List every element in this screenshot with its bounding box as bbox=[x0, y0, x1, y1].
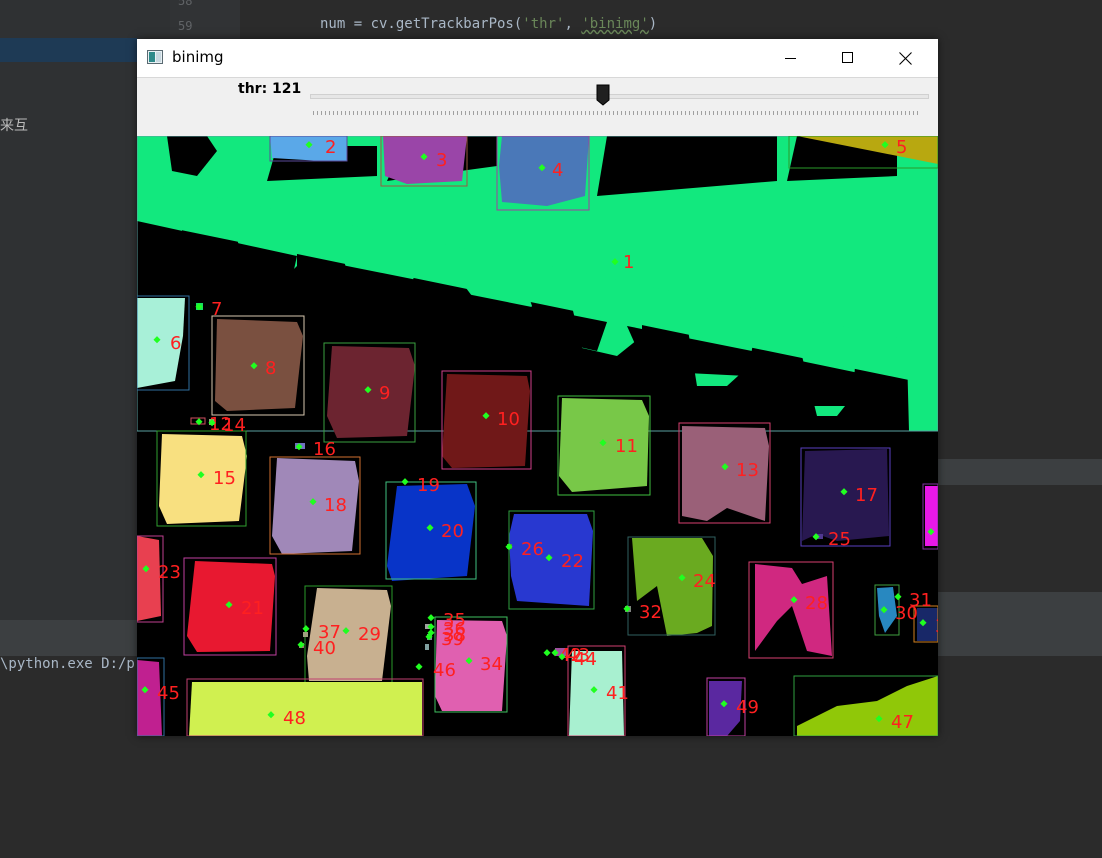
trackbar-track[interactable] bbox=[310, 94, 929, 99]
blob-label-24: 24 bbox=[693, 571, 716, 592]
blob-label-7: 7 bbox=[211, 299, 222, 320]
blob-label-1: 1 bbox=[623, 252, 634, 273]
blob-label-26: 26 bbox=[521, 539, 544, 560]
centroid-31 bbox=[894, 593, 902, 601]
minimize-button[interactable] bbox=[768, 39, 814, 77]
blob-label-21: 21 bbox=[241, 598, 264, 619]
blob-label-14: 14 bbox=[223, 415, 246, 436]
blob-37 bbox=[303, 632, 308, 637]
close-icon bbox=[898, 51, 912, 65]
blob-8 bbox=[215, 319, 303, 411]
opencv-window: binimg thr: 121 1 2 3 4 5 6 7 8 9 10 11 … bbox=[137, 39, 938, 736]
blob-label-25: 25 bbox=[828, 529, 851, 550]
centroid-46 bbox=[415, 663, 423, 671]
blob-label-2: 2 bbox=[325, 137, 336, 158]
blob-label-45: 45 bbox=[157, 683, 180, 704]
centroid-42 bbox=[543, 649, 551, 657]
blob-label-34: 34 bbox=[480, 654, 503, 675]
project-panel-selection[interactable] bbox=[0, 38, 137, 62]
blob-label-10: 10 bbox=[497, 409, 520, 430]
ide-status-band bbox=[938, 459, 1102, 485]
trackbar-thumb[interactable] bbox=[596, 84, 610, 106]
centroid-35 bbox=[427, 614, 435, 622]
blob-label-5: 5 bbox=[896, 137, 907, 158]
opencv-window-icon bbox=[147, 50, 163, 64]
binary-image-canvas: 1 2 3 4 5 6 7 8 9 10 11 12 13 14 15 16 17 18 19 20 21 22 23 24 2… bbox=[137, 136, 938, 736]
blob-label-4: 4 bbox=[552, 160, 563, 181]
blob-47 bbox=[797, 676, 938, 736]
blob-label-41: 41 bbox=[606, 683, 629, 704]
blob-label-11: 11 bbox=[615, 436, 638, 457]
blob-label-39: 39 bbox=[441, 629, 464, 650]
code-line[interactable]: num = cv.getTrackbarPos('thr', 'binimg') bbox=[320, 16, 657, 32]
blob-label-19: 19 bbox=[417, 475, 440, 496]
blob-label-9: 9 bbox=[379, 383, 390, 404]
maximize-icon bbox=[842, 52, 853, 63]
code-sep: , bbox=[564, 16, 582, 32]
blob-label-22: 22 bbox=[561, 551, 584, 572]
blob-9 bbox=[327, 346, 415, 438]
blob-label-6: 6 bbox=[170, 333, 181, 354]
blob-label-17: 17 bbox=[855, 485, 878, 506]
blob-label-23: 23 bbox=[158, 562, 181, 583]
blob-label-46: 46 bbox=[433, 660, 456, 681]
blob-label-33: 33 bbox=[935, 616, 938, 637]
window-title: binimg bbox=[172, 48, 224, 66]
blob-label-48: 48 bbox=[283, 708, 306, 729]
trackbar-label: thr: 121 bbox=[238, 81, 302, 97]
blob-3 bbox=[383, 136, 467, 184]
code-prefix: num = cv.getTrackbarPos( bbox=[320, 16, 523, 32]
blob-label-28: 28 bbox=[805, 593, 828, 614]
ide-tool-band bbox=[938, 592, 1102, 620]
console-output: \python.exe D:/p bbox=[0, 656, 135, 672]
blob-label-18: 18 bbox=[324, 495, 347, 516]
trackbar-ticks bbox=[313, 111, 921, 115]
close-button[interactable] bbox=[882, 39, 928, 77]
blob-label-31: 31 bbox=[909, 590, 932, 611]
blob-label-16: 16 bbox=[313, 439, 336, 460]
blob-label-15: 15 bbox=[213, 468, 236, 489]
blob-label-8: 8 bbox=[265, 358, 276, 379]
centroid-37 bbox=[302, 625, 310, 633]
blob-38 bbox=[425, 644, 429, 650]
blob-label-47: 47 bbox=[891, 712, 914, 733]
project-panel-text: 来互 bbox=[0, 118, 28, 134]
blob-label-29: 29 bbox=[358, 624, 381, 645]
trackbar-panel: thr: 121 bbox=[137, 77, 938, 136]
blob-label-32: 32 bbox=[639, 602, 662, 623]
code-arg-thr: 'thr' bbox=[522, 16, 565, 32]
window-titlebar[interactable]: binimg bbox=[137, 39, 938, 77]
blob-label-49: 49 bbox=[736, 697, 759, 718]
maximize-button[interactable] bbox=[825, 39, 871, 77]
blob-label-20: 20 bbox=[441, 521, 464, 542]
minimize-icon bbox=[785, 58, 796, 59]
blob-label-44: 44 bbox=[574, 649, 597, 670]
blob-27 bbox=[925, 486, 938, 546]
code-suffix: ) bbox=[648, 16, 658, 32]
blob-4 bbox=[499, 136, 589, 206]
line-number-58: 58 bbox=[178, 0, 193, 8]
blob-label-3: 3 bbox=[436, 150, 447, 171]
line-number-59: 59 bbox=[178, 19, 193, 33]
blob-label-13: 13 bbox=[736, 460, 759, 481]
code-arg-binimg: 'binimg' bbox=[581, 16, 649, 32]
centroid-19 bbox=[401, 478, 409, 486]
labeled-blob-image: 123 4567891011121314151617181920212223 242… bbox=[137, 136, 938, 736]
blob-label-40: 40 bbox=[313, 638, 336, 659]
